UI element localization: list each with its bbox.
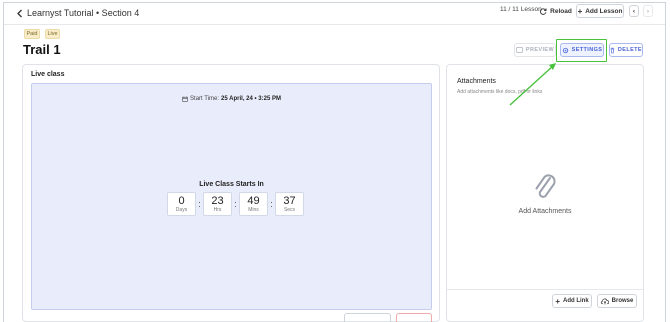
add-attachments-label[interactable]: Add Attachments [447, 208, 643, 215]
back-link-label: Learnyst Tutorial • Section 4 [27, 8, 140, 18]
delete-label: DELETE [617, 47, 642, 53]
live-class-title: Live class [31, 71, 65, 78]
preview-icon [515, 47, 523, 53]
trash-icon [610, 47, 615, 53]
countdown-minutes: 49 Mins [239, 192, 268, 216]
paperclip-icon [535, 174, 556, 198]
countdown-minutes-label: Mins [248, 207, 259, 213]
live-class-stage: Start Time: 25 April, 24 • 3:25 PM Live … [31, 83, 432, 310]
preview-label: PREVIEW [525, 47, 555, 53]
divider [447, 289, 643, 290]
browse-button[interactable]: Browse [597, 294, 637, 308]
add-link-label: Add Link [563, 298, 589, 304]
prev-lesson-button[interactable]: ‹ [629, 5, 639, 17]
live-tag: Live [45, 29, 60, 39]
cut-off-button[interactable] [344, 313, 391, 322]
countdown-minutes-value: 49 [247, 195, 260, 207]
add-lesson-label: Add Lesson [585, 7, 623, 15]
start-time: Start Time: 25 April, 24 • 3:25 PM [32, 96, 431, 102]
countdown-seconds: 37 Secs [275, 192, 304, 216]
start-time-label: Start Time: [190, 96, 220, 102]
countdown-separator: : [270, 199, 273, 209]
countdown-separator: : [234, 199, 237, 209]
calendar-icon [182, 96, 188, 102]
settings-label: SETTINGS [571, 47, 603, 53]
page-title: Trail 1 [23, 42, 61, 57]
attachments-title: Attachments [457, 78, 496, 85]
browse-label: Browse [611, 298, 634, 304]
add-link-button[interactable]: + Add Link [552, 294, 592, 308]
countdown-days-label: Days [175, 207, 188, 213]
countdown: 0 Days : 23 Hrs : 49 Mins : 37 Secs [167, 192, 304, 216]
countdown-seconds-value: 37 [283, 195, 296, 207]
next-lesson-button[interactable]: › [643, 5, 653, 17]
cut-off-cancel-button[interactable] [396, 313, 432, 322]
starts-in-heading: Live Class Starts In [199, 181, 264, 188]
settings-button[interactable]: SETTINGS [560, 43, 604, 57]
countdown-separator: : [198, 199, 201, 209]
live-class-card: Live class Start Time: 25 April, 24 • 3:… [22, 64, 440, 322]
plus-icon: + [577, 6, 583, 16]
reload-icon [540, 7, 547, 15]
countdown-hours-label: Hrs [213, 207, 222, 213]
countdown-days: 0 Days [167, 192, 196, 216]
attachments-subtitle: Add attachments like docs, pdf or links [457, 89, 543, 95]
countdown-hours: 23 Hrs [203, 192, 232, 216]
attachments-card: Attachments Add attachments like docs, p… [446, 64, 644, 322]
chevron-left-icon [17, 9, 22, 17]
reload-label: Reload [550, 7, 572, 15]
gear-icon [562, 47, 568, 53]
countdown-hours-value: 23 [211, 195, 224, 207]
paid-tag: Paid [24, 29, 40, 39]
lesson-count: 11 / 11 Lesson [500, 6, 542, 13]
preview-button[interactable]: PREVIEW [514, 43, 556, 57]
start-time-value: 25 April, 24 • 3:25 PM [221, 96, 281, 102]
plus-icon: + [555, 296, 560, 306]
reload-button[interactable]: Reload [538, 5, 574, 17]
delete-button[interactable]: DELETE [609, 43, 643, 57]
countdown-seconds-label: Secs [283, 207, 296, 213]
add-lesson-button[interactable]: + Add Lesson [576, 4, 624, 18]
countdown-days-value: 0 [178, 195, 185, 207]
cloud-upload-icon [600, 298, 609, 304]
back-link[interactable]: Learnyst Tutorial • Section 4 [16, 8, 139, 18]
